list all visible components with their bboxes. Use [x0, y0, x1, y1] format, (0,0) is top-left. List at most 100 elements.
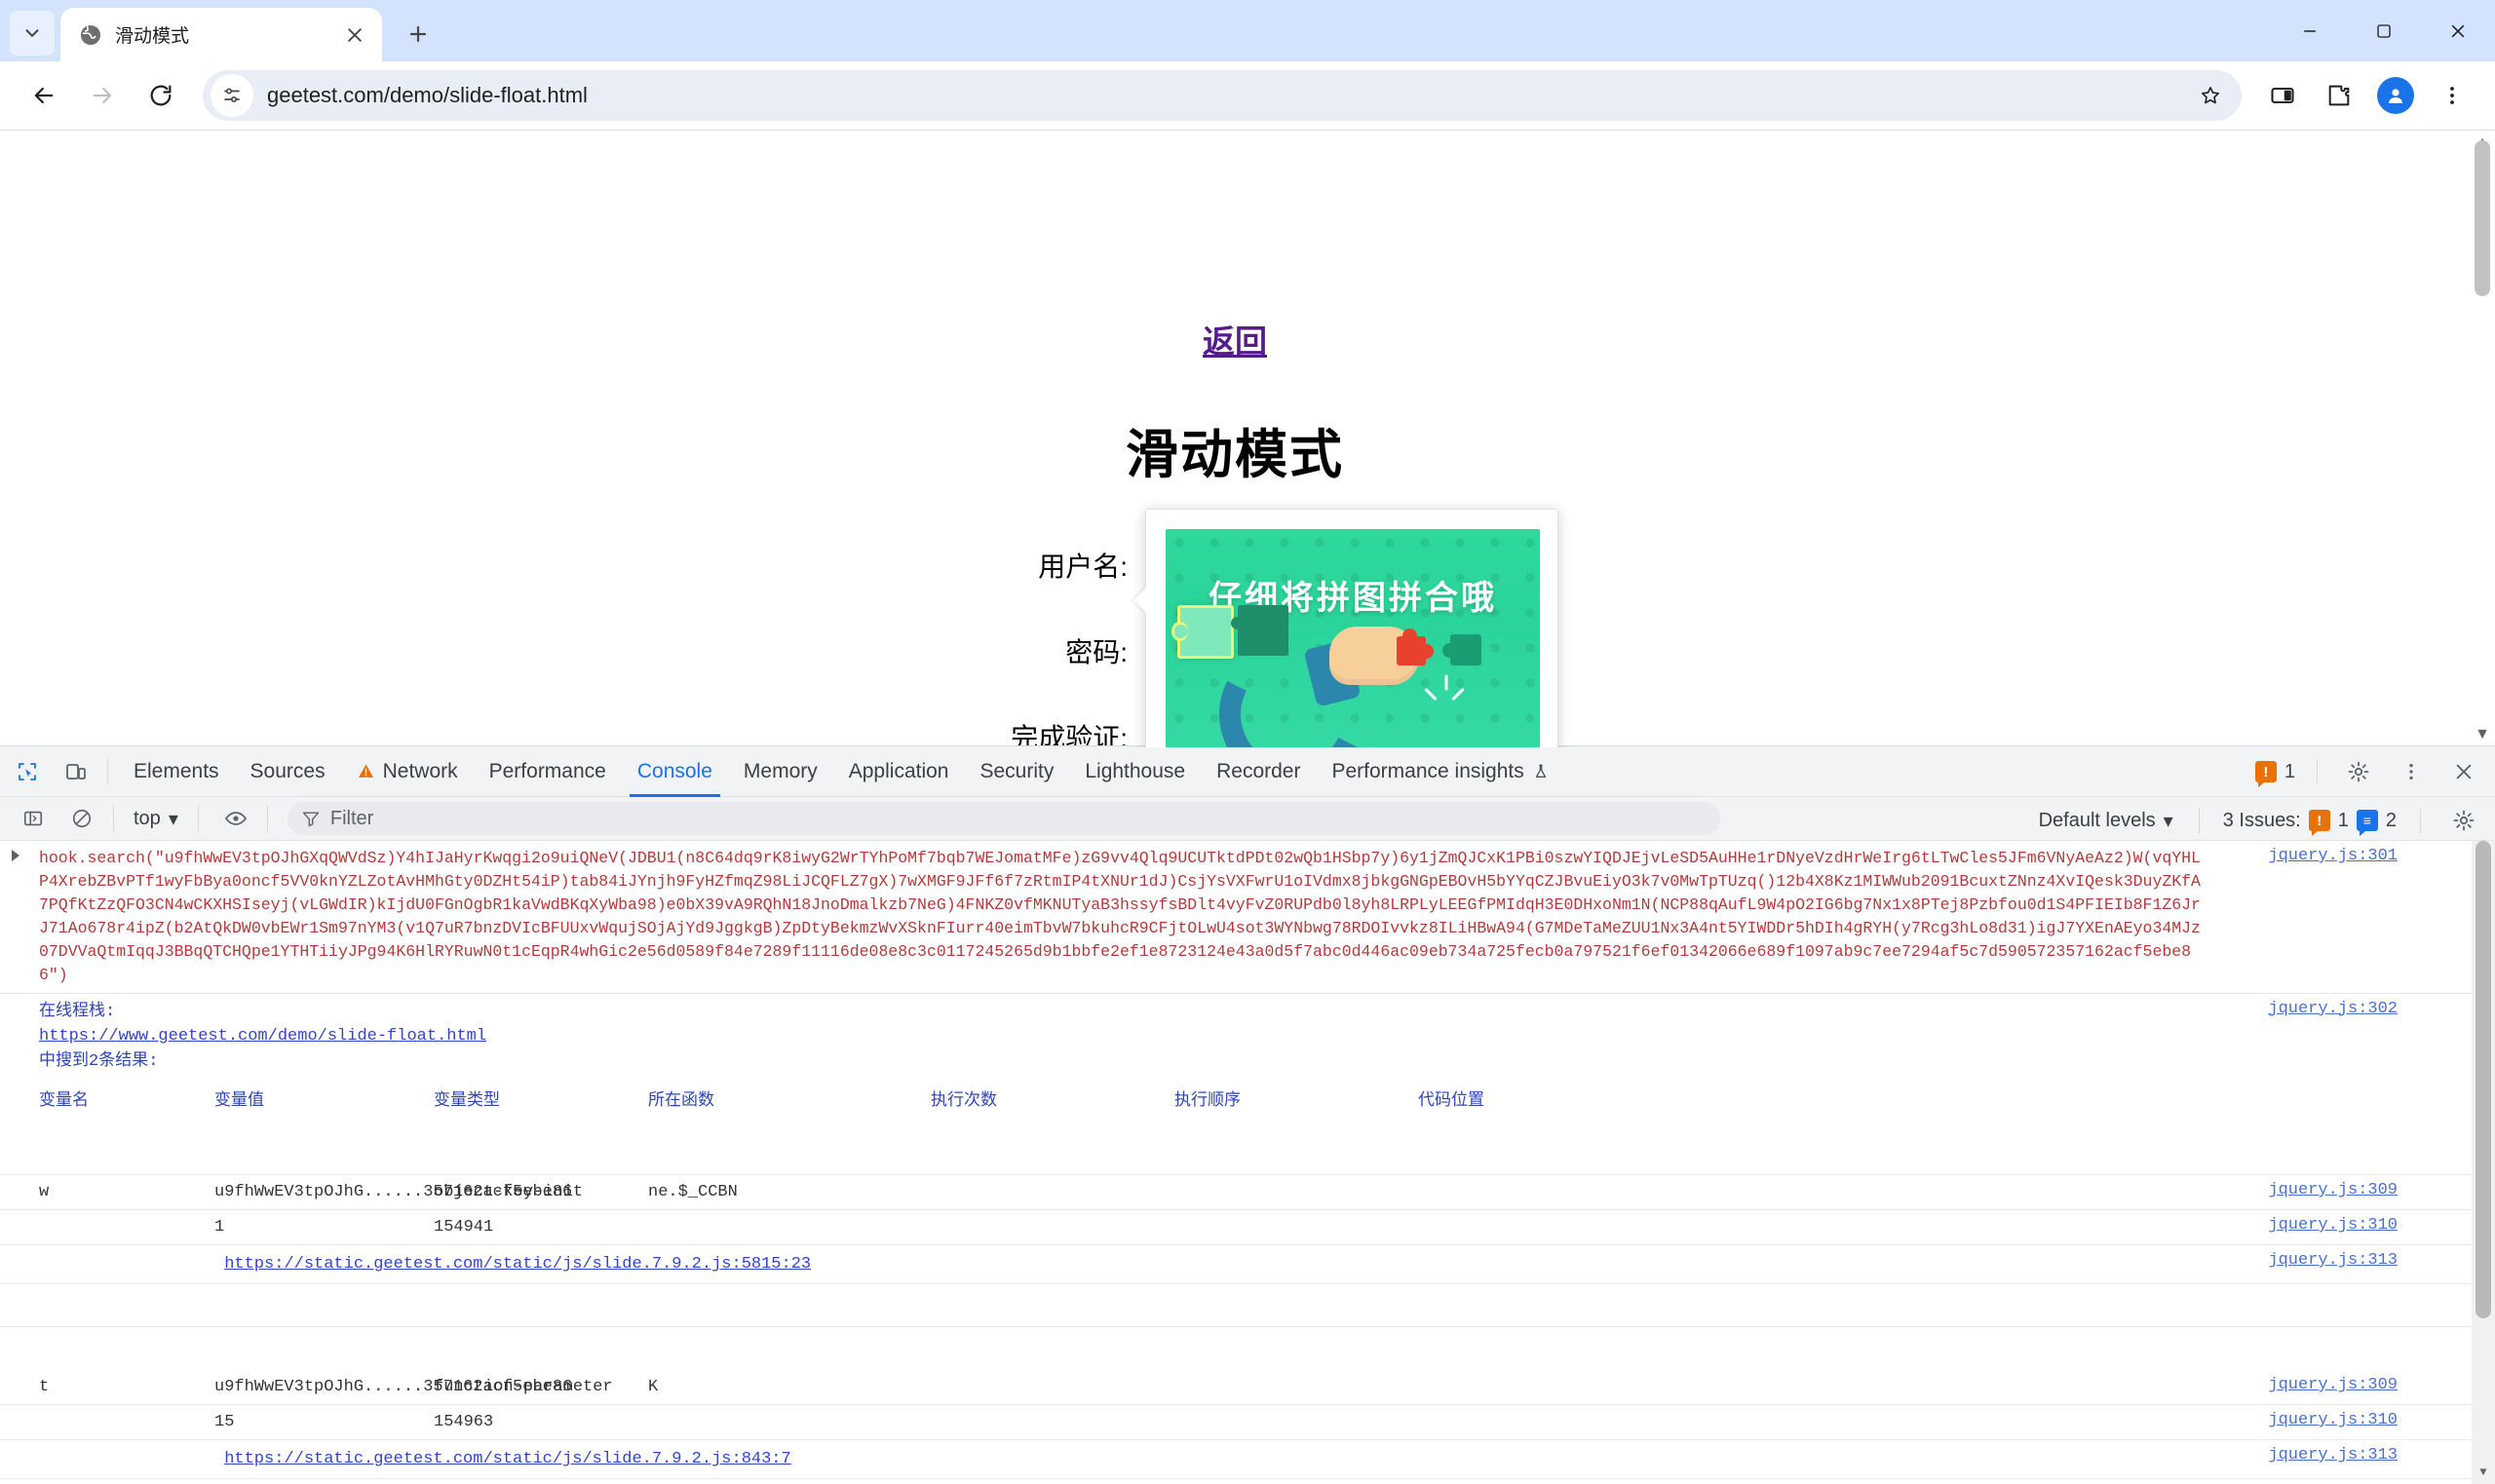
- console-source-link[interactable]: jquery.js:309: [2268, 1181, 2398, 1199]
- tab-lighthouse[interactable]: Lighthouse: [1069, 746, 1201, 797]
- clear-console-icon[interactable]: [60, 797, 103, 840]
- table-row[interactable]: 1 154941 jquery.js:310: [0, 1210, 2495, 1246]
- issues-error-count: 1: [2337, 809, 2349, 831]
- tab-label: Recorder: [1216, 759, 1301, 782]
- cell-function: K: [648, 1378, 659, 1397]
- back-button[interactable]: [18, 69, 70, 122]
- tab-search-button[interactable]: [10, 11, 55, 56]
- console-source-link[interactable]: jquery.js:313: [2268, 1446, 2398, 1465]
- console-source-link[interactable]: jquery.js:310: [2268, 1216, 2398, 1235]
- live-expression-icon[interactable]: [214, 797, 257, 840]
- table-row-location[interactable]: https://static.geetest.com/static/js/sli…: [0, 1245, 2495, 1285]
- scroll-down-icon[interactable]: ▼: [2470, 722, 2495, 747]
- inspect-icon[interactable]: [6, 750, 49, 793]
- divider: [2317, 759, 2318, 784]
- divider: [2420, 808, 2421, 833]
- filter-icon: [302, 812, 320, 827]
- back-link[interactable]: 返回: [1203, 316, 1267, 362]
- console-source-link[interactable]: jquery.js:309: [2268, 1376, 2398, 1394]
- tab-sources[interactable]: Sources: [235, 746, 341, 797]
- issues-summary[interactable]: 3 Issues: ! 1 ≡ 2: [2215, 809, 2404, 836]
- console-error-text: hook.search("u9fhWwEV3tpOJhGXqQWVdSz)Y4h…: [39, 849, 2201, 984]
- maximize-icon: [2377, 23, 2391, 38]
- page-viewport: 返回 滑动模式 用户名: 用户 密码: ●●●●●●● 完成验证:: [0, 130, 2495, 747]
- console-filter-input[interactable]: Filter: [287, 802, 1720, 835]
- new-tab-button[interactable]: [396, 12, 441, 57]
- console-scrollbar-thumb[interactable]: [2476, 841, 2491, 1318]
- table-row[interactable]: 15 154963 jquery.js:310: [0, 1405, 2495, 1441]
- execution-context-selector[interactable]: top ▾: [124, 802, 188, 835]
- result-header-1: 在线程栈:: [39, 1002, 116, 1021]
- console-spacer-row: [0, 1479, 2495, 1484]
- table-header-cell: 变量值: [214, 1092, 264, 1112]
- star-icon[interactable]: [2189, 74, 2232, 117]
- expand-arrow-icon[interactable]: [12, 850, 19, 861]
- arrow-left-icon: [34, 87, 54, 104]
- console-source-link[interactable]: jquery.js:301: [2268, 847, 2398, 865]
- error-count-badge[interactable]: ! 1: [2247, 761, 2303, 787]
- avatar[interactable]: [2370, 70, 2421, 121]
- issues-info-count: 2: [2385, 809, 2397, 831]
- reload-button[interactable]: [134, 69, 187, 122]
- device-toolbar-icon[interactable]: [55, 750, 97, 793]
- console-scrollbar[interactable]: ▼: [2472, 841, 2495, 1484]
- page-scrollbar[interactable]: ▲ ▼: [2470, 131, 2495, 747]
- page-scrollbar-thumb[interactable]: [2475, 140, 2490, 296]
- split-view-icon[interactable]: [2257, 70, 2308, 121]
- console-sidebar-icon[interactable]: [12, 797, 55, 840]
- illustration-green-puzzle-piece: [1442, 634, 1481, 666]
- console-source-link[interactable]: jquery.js:302: [2268, 1000, 2398, 1018]
- browser-tab[interactable]: 滑动模式: [60, 8, 382, 61]
- tab-elements[interactable]: Elements: [118, 746, 235, 797]
- console-filterbar-right: Default levels ▾ 3 Issues: ! 1 ≡ 2: [2029, 797, 2485, 844]
- tab-recorder[interactable]: Recorder: [1201, 746, 1316, 797]
- captcha-label: 完成验证:: [1011, 723, 1128, 747]
- maximize-button[interactable]: [2347, 0, 2421, 61]
- tab-label: Application: [848, 759, 949, 782]
- cell-variable-name: t: [39, 1378, 50, 1397]
- tab-label: Performance insights: [1331, 759, 1524, 782]
- tab-memory[interactable]: Memory: [728, 746, 833, 797]
- forward-button[interactable]: [76, 69, 129, 122]
- chevron-down-icon: [25, 29, 39, 37]
- console-error-entry[interactable]: hook.search("u9fhWwEV3tpOJhGXqQWVdSz)Y4h…: [0, 841, 2495, 994]
- illustration-spark: [1421, 674, 1466, 702]
- table-header-cell: 所在函数: [648, 1092, 714, 1112]
- console-source-link[interactable]: jquery.js:313: [2268, 1251, 2398, 1270]
- chevron-down-icon: ▾: [168, 808, 178, 830]
- tab-security[interactable]: Security: [964, 746, 1069, 797]
- browser-toolbar: geetest.com/demo/slide-float.html: [0, 61, 2495, 130]
- result-url-link[interactable]: https://www.geetest.com/demo/slide-float…: [39, 1027, 486, 1046]
- minimize-button[interactable]: [2273, 0, 2347, 61]
- scroll-down-icon[interactable]: ▼: [2472, 1461, 2495, 1484]
- cell-variable-type: function-parameter: [434, 1378, 613, 1397]
- close-window-button[interactable]: [2421, 0, 2495, 61]
- code-location-link[interactable]: https://static.geetest.com/static/js/sli…: [224, 1450, 791, 1468]
- tab-performance-insights[interactable]: Performance insights: [1316, 746, 1564, 797]
- tab-label: Sources: [250, 759, 326, 782]
- extensions-icon[interactable]: [2314, 70, 2364, 121]
- kebab-menu-icon[interactable]: [2390, 750, 2433, 793]
- table-row[interactable]: t u9fhWwEV3tpOJhG......357162acf5ebe86 f…: [0, 1370, 2495, 1406]
- tab-performance[interactable]: Performance: [474, 746, 622, 797]
- close-devtools-icon[interactable]: [2442, 750, 2485, 793]
- code-location-link[interactable]: https://static.geetest.com/static/js/sli…: [224, 1255, 811, 1274]
- console-source-link[interactable]: jquery.js:310: [2268, 1411, 2398, 1429]
- geetest-captcha-popup[interactable]: 仔细将拼图拼合哦 拖动滑块完成拼图: [1145, 509, 1558, 747]
- address-bar[interactable]: geetest.com/demo/slide-float.html: [203, 70, 2242, 121]
- tab-network[interactable]: Network: [341, 746, 474, 797]
- result-header-2: 中搜到2条结果:: [39, 1051, 159, 1071]
- console-settings-gear-icon[interactable]: [2442, 799, 2485, 842]
- table-row[interactable]: w u9fhWwEV3tpOJhG......357162acf5ebe86 o…: [0, 1175, 2495, 1211]
- gear-icon[interactable]: [2337, 750, 2380, 793]
- execution-context-label: top: [134, 807, 161, 829]
- close-icon[interactable]: [341, 21, 368, 49]
- kebab-menu-icon[interactable]: [2427, 70, 2477, 121]
- table-row-location[interactable]: https://static.geetest.com/static/js/sli…: [0, 1440, 2495, 1480]
- tab-application[interactable]: Application: [833, 746, 965, 797]
- console-output[interactable]: hook.search("u9fhWwEV3tpOJhGXqQWVdSz)Y4h…: [0, 841, 2495, 1484]
- console-result-entry[interactable]: 在线程栈: https://www.geetest.com/demo/slide…: [0, 994, 2495, 1081]
- tune-icon[interactable]: [211, 74, 253, 117]
- tab-console[interactable]: Console: [622, 746, 728, 797]
- log-level-selector[interactable]: Default levels ▾: [2029, 804, 2183, 837]
